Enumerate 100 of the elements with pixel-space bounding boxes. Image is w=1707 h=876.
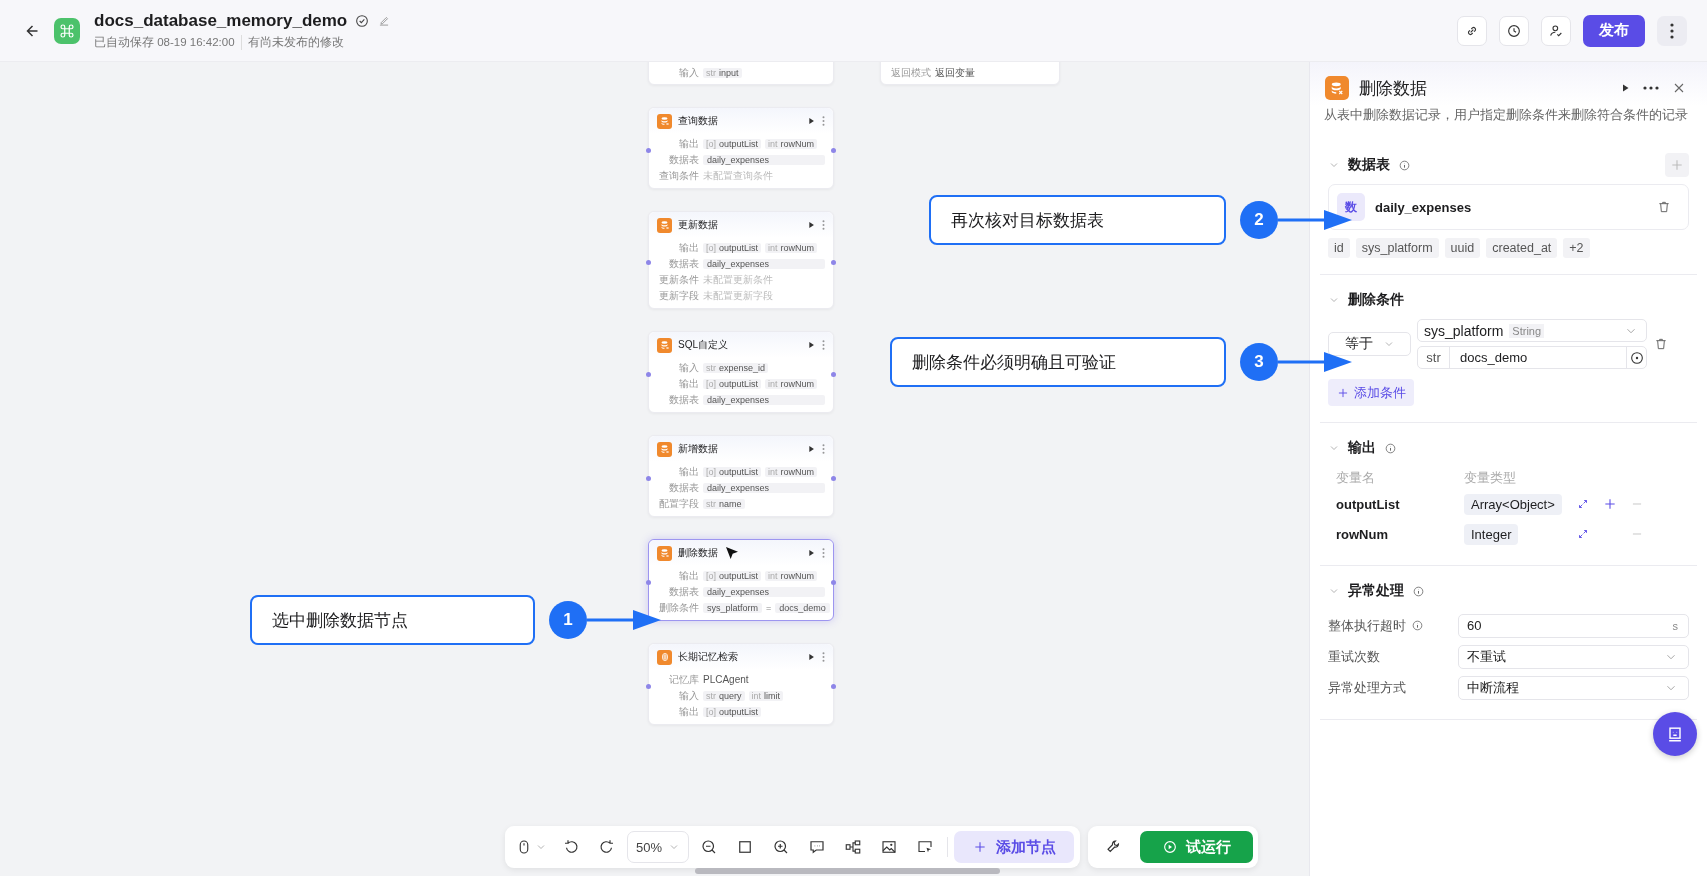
- workflow-node[interactable]: SQL自定义 输入 str expense_id 输出 [o] outputList int rowNum 数据表 daily_expenses: [648, 331, 834, 413]
- more-vertical-icon[interactable]: [822, 444, 825, 454]
- play-icon[interactable]: [806, 652, 816, 662]
- field-select[interactable]: sys_platform String: [1417, 319, 1647, 342]
- input-port[interactable]: [646, 580, 651, 585]
- type-label: int: [768, 570, 778, 581]
- field-tag: id: [1328, 238, 1350, 258]
- play-icon[interactable]: [806, 444, 816, 454]
- layout-icon: [844, 838, 863, 856]
- type-label: int: [751, 690, 762, 701]
- variable-name: rowNum: [780, 378, 815, 389]
- field-label: 更新条件: [658, 272, 699, 287]
- variable-name: outputList: [1336, 496, 1401, 512]
- add-node-button[interactable]: 添加节点: [954, 831, 1075, 863]
- type-label: [o]: [706, 570, 716, 581]
- column-header: 变量类型: [1464, 469, 1517, 487]
- value-input[interactable]: str docs_demo: [1417, 346, 1647, 369]
- input-port[interactable]: [646, 476, 651, 481]
- input-port[interactable]: [646, 260, 651, 265]
- workflow-title: docs_database_memory_demo: [94, 11, 348, 31]
- field-label: 数据表: [668, 480, 699, 495]
- field-label: 记忆库: [668, 672, 699, 687]
- type-tag: Array<Object>: [1464, 493, 1562, 515]
- play-icon[interactable]: [806, 220, 816, 230]
- variable-name: expense_id: [719, 362, 766, 373]
- play-icon[interactable]: [806, 548, 816, 558]
- redo-icon: [598, 838, 616, 856]
- output-port[interactable]: [831, 372, 836, 377]
- output-port[interactable]: [831, 260, 836, 265]
- more-vertical-icon[interactable]: [822, 340, 825, 350]
- timeout-input[interactable]: 60 s: [1458, 613, 1689, 638]
- table-name: daily_expenses: [1375, 199, 1472, 215]
- variable-name: outputList: [719, 466, 759, 477]
- more-vertical-icon[interactable]: [822, 220, 825, 230]
- output-port[interactable]: [831, 476, 836, 481]
- node-title: 长期记忆检索: [678, 650, 738, 664]
- more-vertical-icon[interactable]: [822, 652, 825, 662]
- field-label: 输出: [678, 376, 699, 391]
- link-button[interactable]: [1457, 15, 1487, 46]
- trash-icon[interactable]: [1653, 336, 1669, 352]
- workflow-node[interactable]: 新增数据 输出 [o] outputList int rowNum 数据表 daily_expenses 配置字段 str name: [648, 435, 834, 517]
- output-port[interactable]: [831, 148, 836, 153]
- field-tag: created_at: [1486, 238, 1558, 258]
- more-vertical-icon[interactable]: [822, 116, 825, 126]
- table-badge: 数: [1337, 193, 1365, 221]
- plus-icon[interactable]: [1602, 496, 1618, 512]
- field-label: 输出: [678, 704, 699, 719]
- workflow-node[interactable]: 返回模式 返回变量: [880, 62, 1060, 85]
- input-port[interactable]: [646, 372, 651, 377]
- unpublished-status: 有尚未发布的修改: [246, 35, 344, 50]
- more-vertical-icon[interactable]: [822, 548, 825, 558]
- variable-picker-button[interactable]: [1626, 347, 1646, 368]
- play-icon[interactable]: [806, 116, 816, 126]
- variable-name: query: [719, 690, 742, 701]
- trash-icon[interactable]: [1656, 199, 1672, 215]
- condition-field: sys_platform: [703, 602, 763, 613]
- publish-button[interactable]: 发布: [1583, 14, 1645, 47]
- output-port[interactable]: [831, 684, 836, 689]
- workflow-node[interactable]: 长期记忆检索 记忆库 PLCAgent 输入 str query int limit 输出 [o] outputList: [648, 643, 834, 725]
- condition-value: docs_demo: [775, 602, 830, 613]
- zoom-select[interactable]: 50%: [627, 831, 690, 863]
- expand-icon[interactable]: [1576, 497, 1590, 511]
- table-name-field: daily_expenses: [703, 258, 825, 269]
- field-label: 配置字段: [658, 496, 699, 511]
- variable-name: outputList: [719, 706, 759, 717]
- workflow-node[interactable]: 删除数据 输出 [o] outputList int rowNum 数据表 daily_expenses 删除条件 sys_platform = docs_demo: [648, 539, 834, 621]
- output-port[interactable]: [831, 580, 836, 585]
- type-tag: String: [1509, 323, 1545, 338]
- section-title: 删除条件: [1348, 291, 1404, 309]
- type-label: int: [768, 242, 778, 253]
- type-label: [o]: [706, 466, 716, 477]
- dropdown-select[interactable]: 不重试: [1458, 644, 1689, 669]
- more-icon[interactable]: [1643, 86, 1659, 90]
- operator-select[interactable]: 等于: [1328, 332, 1411, 356]
- field-label: 返回模式: [890, 65, 931, 80]
- add-condition-button[interactable]: 添加条件: [1328, 379, 1414, 406]
- undo-icon: [562, 838, 580, 856]
- more-button[interactable]: [1657, 15, 1687, 46]
- variable-name: outputList: [719, 570, 759, 581]
- field-label: 更新字段: [658, 288, 699, 303]
- node-title: 更新数据: [678, 218, 718, 232]
- field-label: 数据表: [668, 392, 699, 407]
- play-icon[interactable]: [806, 340, 816, 350]
- callout-box: 再次核对目标数据表: [929, 195, 1226, 245]
- field-label: 输出: [678, 136, 699, 151]
- history-button[interactable]: [1499, 15, 1529, 46]
- scrollbar[interactable]: [695, 868, 1000, 874]
- variable-name: rowNum: [780, 570, 815, 581]
- type-label: [o]: [706, 138, 716, 149]
- column-header: 变量名: [1336, 469, 1376, 487]
- field-label: 输出: [678, 568, 699, 583]
- expand-icon[interactable]: [1576, 527, 1590, 541]
- input-port[interactable]: [646, 684, 651, 689]
- input-port[interactable]: [646, 148, 651, 153]
- collaborator-button[interactable]: [1541, 15, 1571, 46]
- dropdown-select[interactable]: 中断流程: [1458, 675, 1689, 700]
- workflow-node[interactable]: 输入 str input: [648, 62, 834, 85]
- node-title: 新增数据: [678, 442, 718, 456]
- field-label: 输入: [678, 688, 699, 703]
- table-name-field: daily_expenses: [703, 394, 825, 405]
